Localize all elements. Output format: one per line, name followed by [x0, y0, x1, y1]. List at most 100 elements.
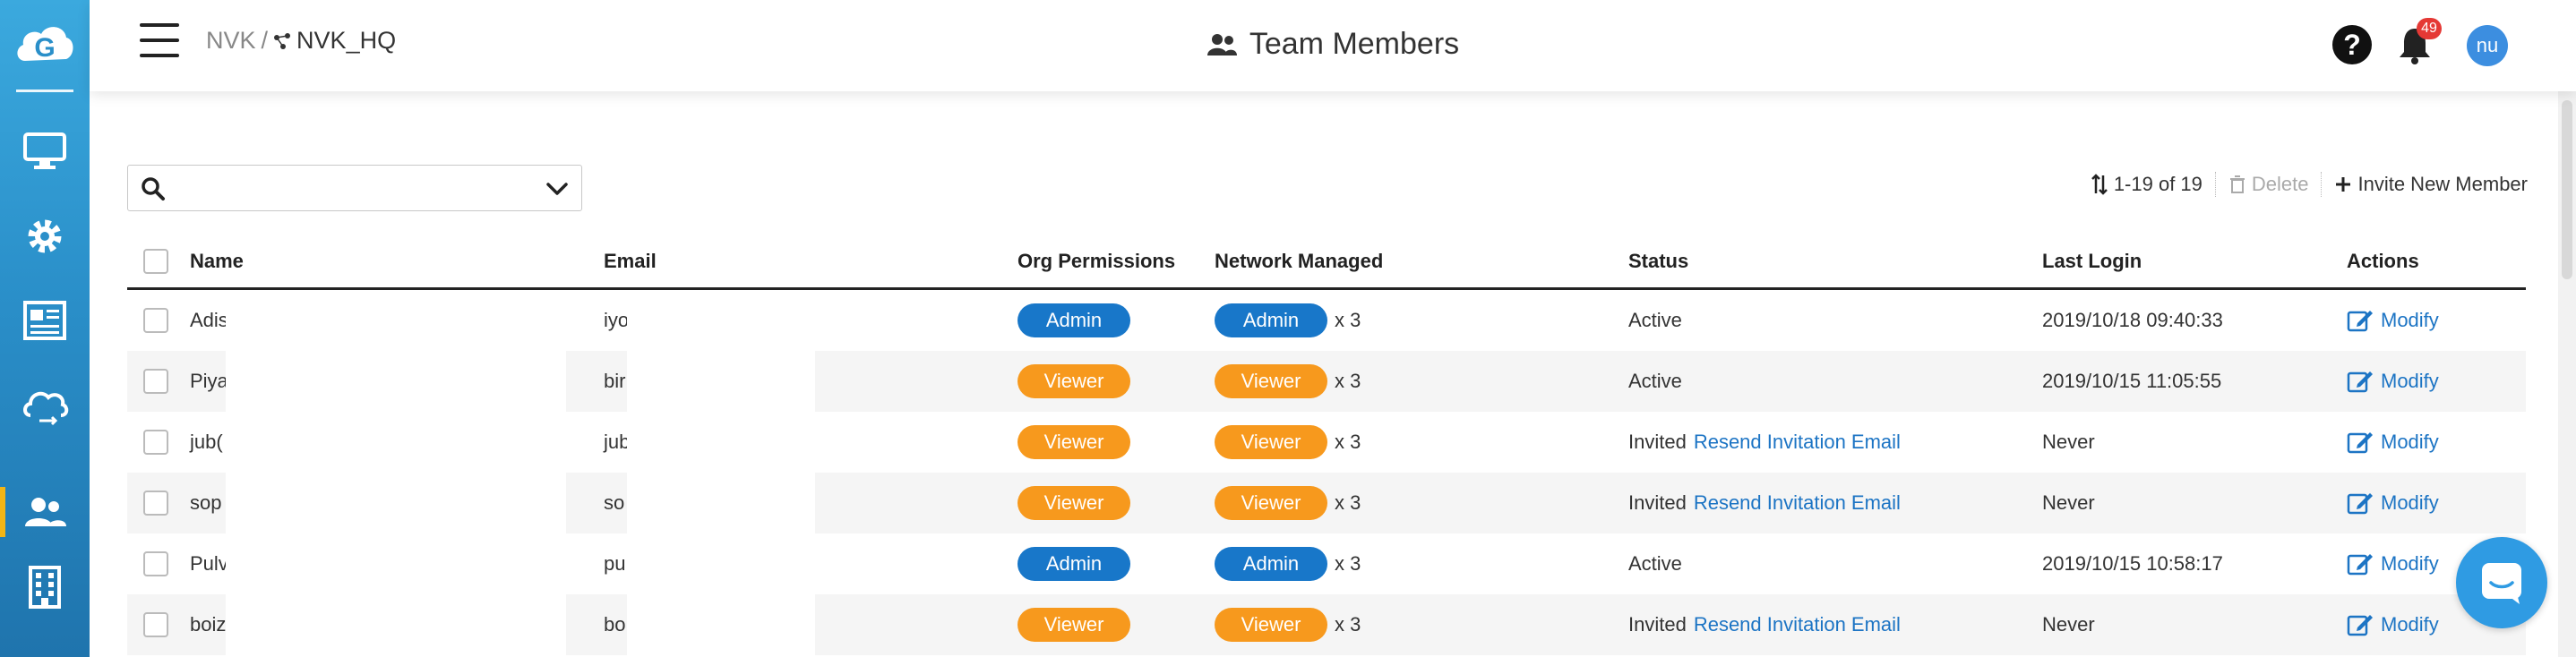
- gaia-logo-icon[interactable]: G: [13, 14, 77, 79]
- sidebar-item-reports[interactable]: [0, 288, 90, 353]
- status-text: Active: [1628, 309, 1682, 331]
- sidebar-item-organization[interactable]: [0, 555, 90, 619]
- invite-member-button[interactable]: Invite New Member: [2334, 173, 2528, 196]
- modify-button[interactable]: Modify: [2347, 551, 2439, 576]
- monitor-icon: [23, 132, 66, 169]
- chat-support-button[interactable]: [2456, 537, 2547, 628]
- column-header-network-managed[interactable]: Network Managed: [1215, 235, 1383, 287]
- org-permission-badge: Viewer: [1018, 486, 1130, 520]
- resend-invitation-link[interactable]: Resend Invitation Email: [1694, 491, 1901, 515]
- select-all-checkbox[interactable]: [143, 248, 168, 274]
- delete-button[interactable]: Delete: [2228, 173, 2309, 196]
- member-email: bo: [604, 613, 626, 636]
- table-toolbar: 1-19 of 19 Delete Invite New Member: [2091, 172, 2528, 197]
- search-input[interactable]: [176, 173, 517, 203]
- modify-label: Modify: [2381, 491, 2439, 514]
- gear-icon: [28, 219, 62, 253]
- team-icon: [25, 498, 66, 526]
- modify-button[interactable]: Modify: [2347, 308, 2439, 333]
- table-row: boiz bo Viewer Viewer x 3 Invited Resend I…: [127, 594, 2526, 655]
- status-text: Active: [1628, 370, 1682, 392]
- edit-icon: [2347, 371, 2373, 393]
- logo-divider: [16, 90, 73, 92]
- resend-invitation-link[interactable]: Resend Invitation Email: [1694, 613, 1901, 636]
- sidebar-item-settings[interactable]: [0, 204, 90, 269]
- sidebar-item-team[interactable]: [0, 480, 90, 544]
- redacted-area: [627, 290, 815, 351]
- member-email: bir: [604, 370, 626, 392]
- sidebar-item-cloud[interactable]: [0, 372, 90, 437]
- building-icon: [29, 566, 61, 609]
- member-name: sop: [190, 491, 222, 514]
- invite-label: Invite New Member: [2357, 173, 2528, 195]
- edit-icon: [2347, 493, 2373, 515]
- toolbar-divider: [2321, 172, 2323, 197]
- member-name: boiz: [190, 613, 227, 636]
- network-permission-badge: Viewer: [1215, 425, 1327, 459]
- sidebar-item-devices[interactable]: [0, 118, 90, 183]
- modify-button[interactable]: Modify: [2347, 491, 2439, 516]
- table-row: Piya bir Viewer Viewer x 3 Active 2019/10…: [127, 351, 2526, 412]
- team-icon: [1206, 33, 1237, 55]
- modify-button[interactable]: Modify: [2347, 612, 2439, 637]
- modify-button[interactable]: Modify: [2347, 369, 2439, 394]
- network-permission-badge: Viewer: [1215, 364, 1327, 398]
- member-email: jub: [604, 431, 631, 453]
- report-icon: [23, 301, 66, 340]
- org-permission-badge: Viewer: [1018, 364, 1130, 398]
- sort-control[interactable]: 1-19 of 19: [2091, 173, 2202, 196]
- table-row: sop so Viewer Viewer x 3 Invited Resend In…: [127, 473, 2526, 533]
- column-header-email[interactable]: Email: [604, 235, 657, 287]
- row-checkbox[interactable]: [143, 491, 168, 516]
- network-permission-badge: Admin: [1215, 547, 1327, 581]
- redacted-area: [627, 594, 815, 655]
- row-checkbox[interactable]: [143, 430, 168, 455]
- avatar[interactable]: nu: [2467, 25, 2508, 66]
- help-button[interactable]: ?: [2332, 25, 2372, 64]
- table-header: Name Email Org Permissions Network Manag…: [127, 235, 2526, 290]
- record-count: 1-19 of 19: [2113, 173, 2202, 195]
- chevron-down-icon[interactable]: [545, 178, 569, 200]
- table-body: Adis iyo Admin Admin x 3 Active 2019/10/1…: [127, 290, 2526, 655]
- search-box[interactable]: [127, 165, 582, 211]
- table-row: Adis iyo Admin Admin x 3 Active 2019/10/1…: [127, 290, 2526, 351]
- network-permission-badge: Admin: [1215, 303, 1327, 337]
- column-header-status[interactable]: Status: [1628, 235, 1688, 287]
- org-permission-badge: Viewer: [1018, 608, 1130, 642]
- org-permission-badge: Admin: [1018, 547, 1130, 581]
- page-title: Team Members: [90, 27, 2576, 62]
- column-header-org-permissions[interactable]: Org Permissions: [1018, 235, 1175, 287]
- row-checkbox[interactable]: [143, 308, 168, 333]
- modify-label: Modify: [2381, 431, 2439, 453]
- vertical-scrollbar[interactable]: [2558, 91, 2576, 657]
- org-permission-badge: Admin: [1018, 303, 1130, 337]
- network-count: x 3: [1335, 370, 1361, 392]
- edit-icon: [2347, 311, 2373, 332]
- row-checkbox[interactable]: [143, 369, 168, 394]
- top-header: NVK / NVK_HQ Team Members ? 49 nu: [90, 0, 2576, 91]
- last-login: Never: [2042, 491, 2095, 514]
- row-checkbox[interactable]: [143, 612, 168, 637]
- edit-icon: [2347, 432, 2373, 454]
- toolbar-divider: [2214, 172, 2216, 197]
- member-email: pu: [604, 552, 626, 575]
- redacted-area: [627, 533, 815, 594]
- resend-invitation-link[interactable]: Resend Invitation Email: [1694, 431, 1901, 454]
- delete-label: Delete: [2251, 173, 2309, 195]
- modify-label: Modify: [2381, 370, 2439, 392]
- modify-button[interactable]: Modify: [2347, 430, 2439, 455]
- column-header-name[interactable]: Name: [190, 235, 244, 287]
- redacted-area: [226, 533, 566, 594]
- page-title-text: Team Members: [1249, 27, 1460, 61]
- modify-label: Modify: [2381, 552, 2439, 575]
- redacted-area: [627, 351, 815, 412]
- member-email: iyo: [604, 309, 630, 331]
- scrollbar-thumb[interactable]: [2562, 100, 2572, 279]
- row-checkbox[interactable]: [143, 551, 168, 576]
- column-header-last-login[interactable]: Last Login: [2042, 235, 2142, 287]
- column-header-actions: Actions: [2347, 249, 2419, 272]
- edit-icon: [2347, 554, 2373, 576]
- redacted-area: [226, 351, 566, 412]
- network-count: x 3: [1335, 309, 1361, 331]
- network-count: x 3: [1335, 491, 1361, 514]
